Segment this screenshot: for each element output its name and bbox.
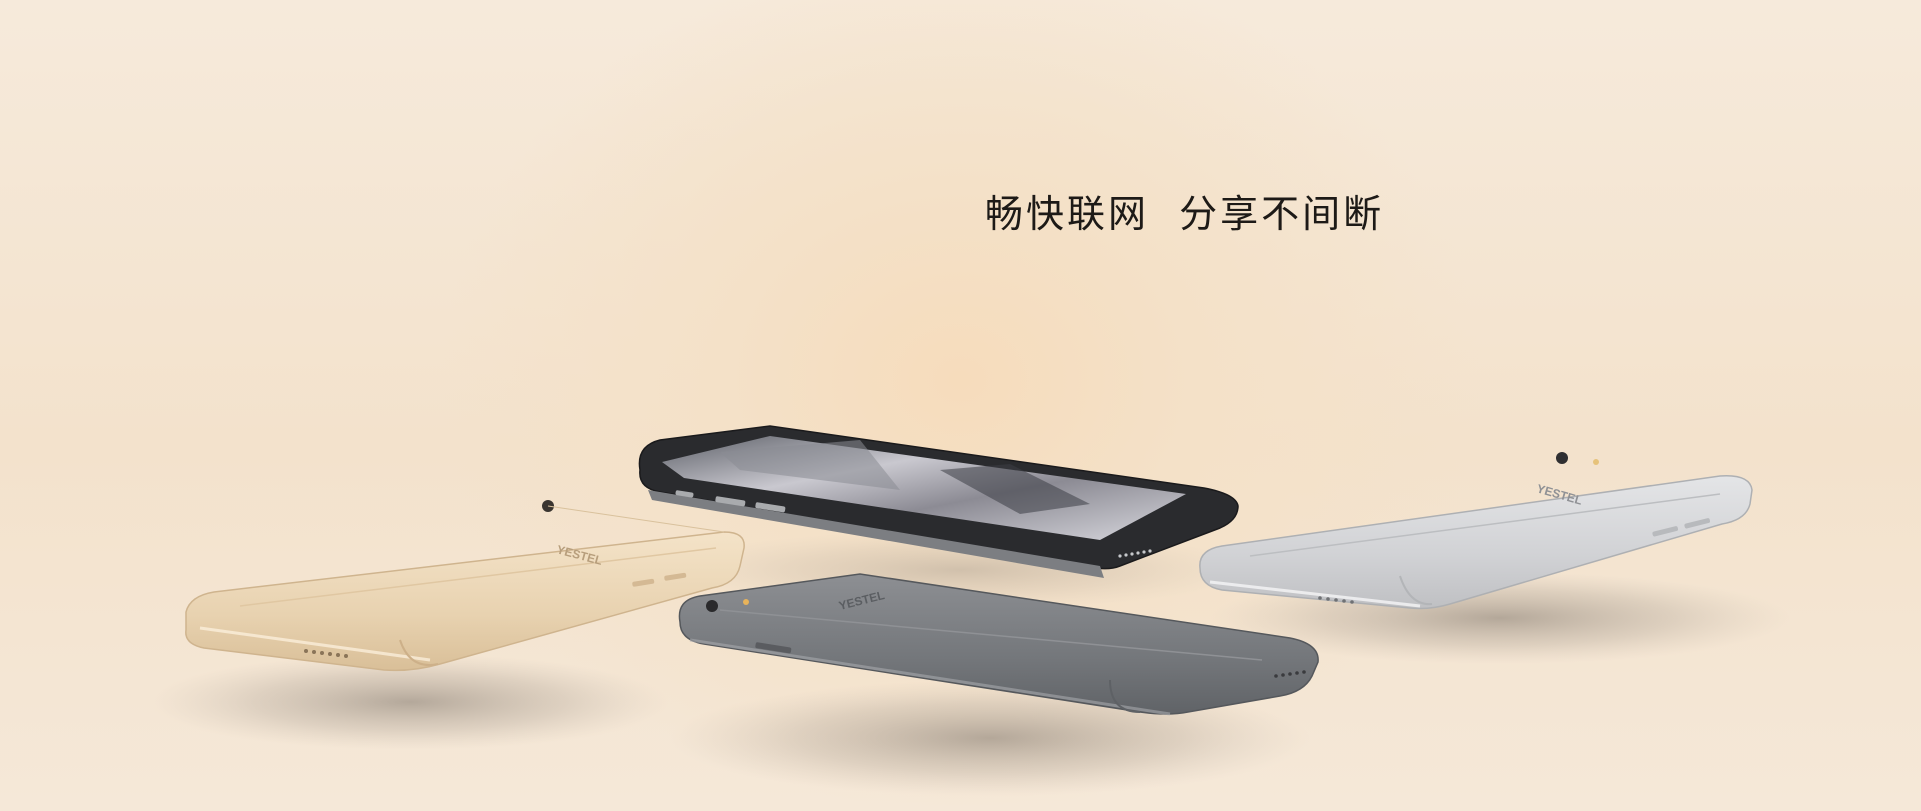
gold-phone: YESTEL (185, 500, 745, 672)
silver-phone-camera (1556, 452, 1568, 464)
promo-banner: 畅快联网 分享不间断 YESTEL YESTEL YESTEL (0, 0, 1921, 811)
gray-phone-camera (706, 600, 718, 612)
phones-illustration: YESTEL YESTEL YESTEL (150, 425, 1790, 796)
